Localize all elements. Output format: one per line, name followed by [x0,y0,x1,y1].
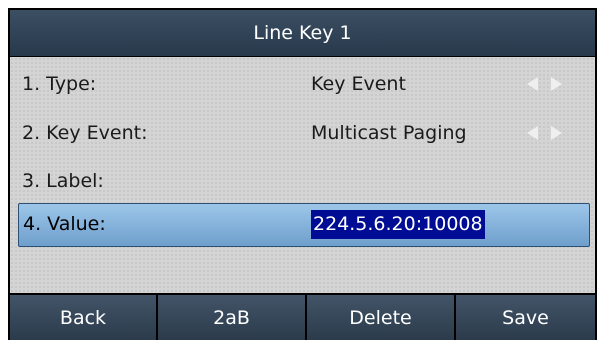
save-button[interactable]: Save [456,295,595,340]
key-event-option-switcher[interactable] [521,110,581,156]
label-field-label: 3. Label: [22,170,104,192]
input-mode-button[interactable]: 2aB [158,295,305,340]
key-event-label: 2. Key Event: [22,122,148,144]
list-item-value[interactable]: 4. Value: 224.5.6.20:10008 [18,203,590,247]
triangle-left-icon[interactable] [527,77,538,91]
list-item-type[interactable]: 1. Type: Key Event [10,61,595,107]
delete-button[interactable]: Delete [307,295,454,340]
type-label: 1. Type: [22,73,97,95]
screen-title: Line Key 1 [10,10,595,56]
triangle-right-icon[interactable] [551,77,562,91]
list-item-key-event[interactable]: 2. Key Event: Multicast Paging [10,110,595,156]
triangle-left-icon[interactable] [527,126,538,140]
softkey-bar: Back 2aB Delete Save [8,295,597,340]
key-event-value: Multicast Paging [311,122,467,144]
phone-screen: Line Key 1 1. Type: Key Event 2. Key Eve… [8,8,597,340]
type-value: Key Event [311,73,406,95]
value-field-label: 4. Value: [23,213,106,235]
type-option-switcher[interactable] [521,61,581,107]
list-item-label[interactable]: 3. Label: [10,158,595,204]
value-input[interactable]: 224.5.6.20:10008 [311,210,485,239]
back-button[interactable]: Back [10,295,156,340]
triangle-right-icon[interactable] [551,126,562,140]
settings-list: 1. Type: Key Event 2. Key Event: Multica… [10,57,595,293]
